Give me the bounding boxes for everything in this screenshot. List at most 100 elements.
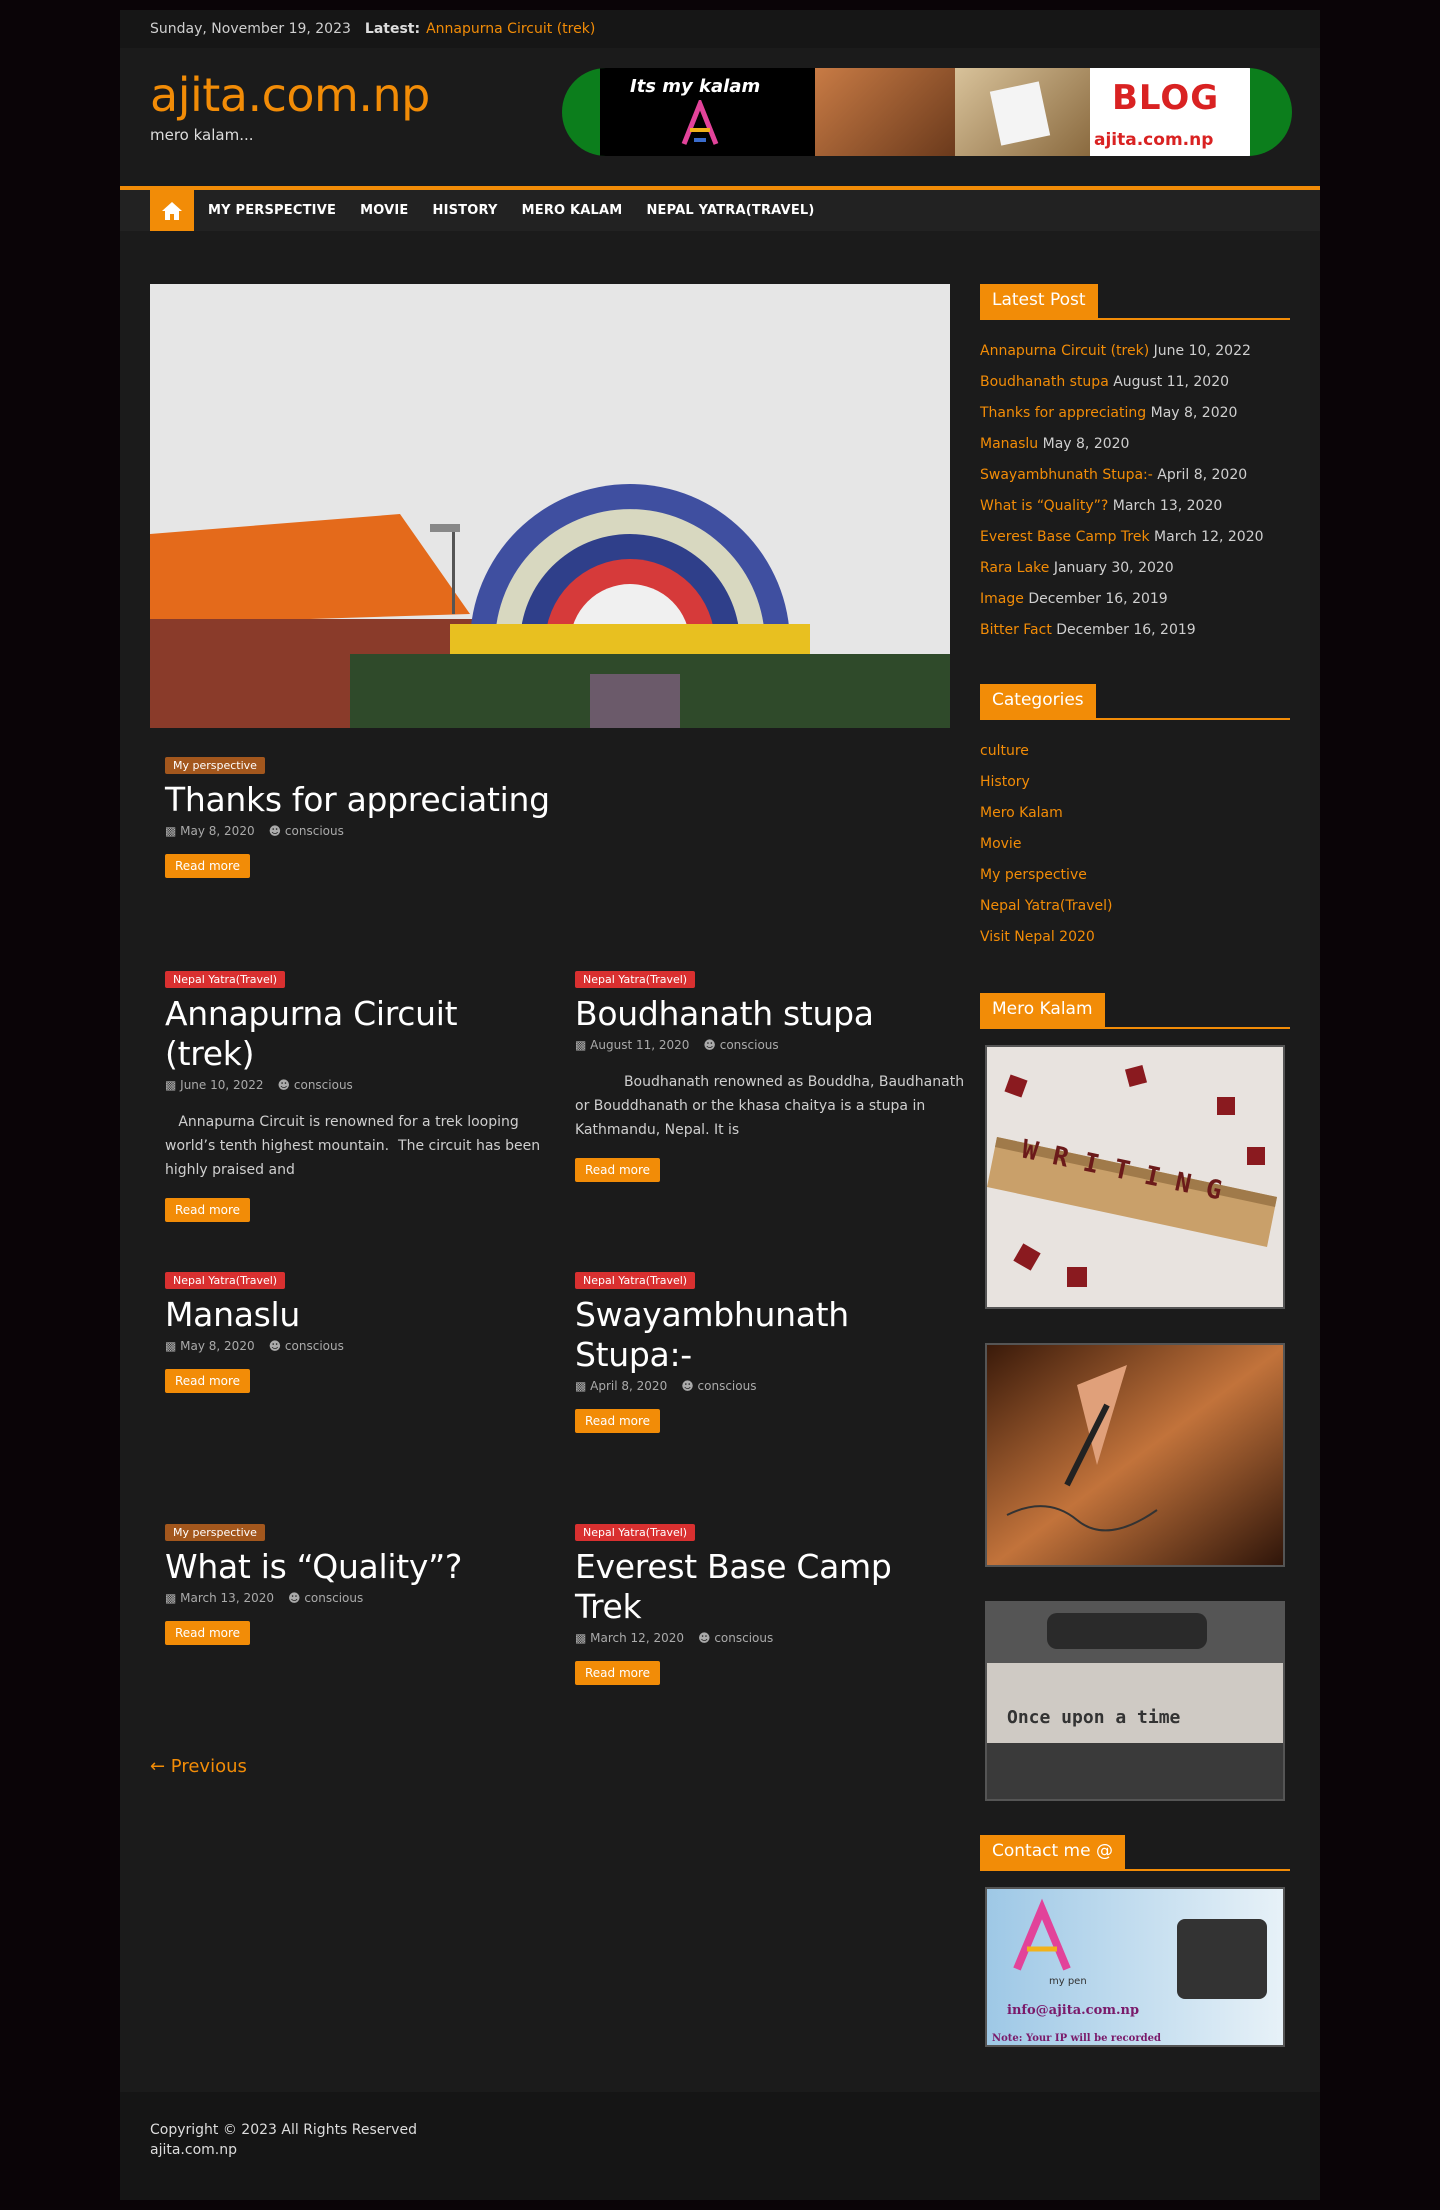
category-link[interactable]: Mero Kalam <box>980 805 1063 821</box>
read-more-button[interactable]: Read more <box>165 854 251 878</box>
latest-post-link[interactable]: Swayambhunath Stupa:- <box>980 467 1153 483</box>
list-item: Everest Base Camp Trek March 12, 2020 <box>980 522 1290 553</box>
writing-image[interactable]: W R I T I N G <box>985 1045 1285 1309</box>
post-card: Nepal Yatra(Travel) Manaslu ▩ May 8, 202… <box>165 1269 555 1393</box>
post-title[interactable]: Annapurna Circuit (trek) <box>165 994 555 1074</box>
list-item: Manaslu May 8, 2020 <box>980 429 1290 460</box>
post-author[interactable]: ☻ conscious <box>278 1078 353 1092</box>
category-badge[interactable]: My perspective <box>165 757 265 774</box>
post-date[interactable]: ▩ May 8, 2020 <box>165 824 255 838</box>
latest-post-link[interactable]: What is “Quality”? <box>980 498 1108 514</box>
category-link[interactable]: culture <box>980 743 1029 759</box>
latest-news-link[interactable]: Annapurna Circuit (trek) <box>426 21 595 37</box>
category-badge[interactable]: Nepal Yatra(Travel) <box>575 1272 696 1289</box>
latest-post-link[interactable]: Thanks for appreciating <box>980 405 1146 421</box>
post-author[interactable]: ☻ conscious <box>269 1339 344 1353</box>
svg-text:Note: Your IP will be recorded: Note: Your IP will be recorded <box>992 2033 1161 2044</box>
featured-post: My perspective Thanks for appreciating ▩… <box>165 754 550 878</box>
footer: Copyright © 2023 All Rights Reserved aji… <box>120 2092 1320 2200</box>
latest-post-link[interactable]: Annapurna Circuit (trek) <box>980 343 1149 359</box>
read-more-button[interactable]: Read more <box>165 1198 251 1222</box>
latest-post-link[interactable]: Everest Base Camp Trek <box>980 529 1150 545</box>
header-banner[interactable]: Its my kalam BLOG ajita.com.np <box>562 68 1292 156</box>
list-item: Boudhanath stupa August 11, 2020 <box>980 367 1290 398</box>
typewriter-image[interactable]: Once upon a time <box>985 1601 1285 1801</box>
latest-post-date: December 16, 2019 <box>1028 591 1168 607</box>
post-author[interactable]: ☻ conscious <box>703 1038 778 1052</box>
nav-item-history[interactable]: HISTORY <box>432 203 497 218</box>
post-meta: ▩ May 8, 2020 ☻ conscious <box>165 824 550 838</box>
site-tagline: mero kalam... <box>150 126 254 144</box>
svg-text:my pen: my pen <box>1049 1976 1087 1987</box>
latest-post-link[interactable]: Bitter Fact <box>980 622 1052 638</box>
category-badge[interactable]: Nepal Yatra(Travel) <box>575 1524 696 1541</box>
post-date[interactable]: ▩ March 13, 2020 <box>165 1591 274 1605</box>
widget-title-mero-kalam: Mero Kalam <box>980 993 1290 1029</box>
fountain-pen-photo <box>987 1345 1283 1565</box>
pen-writing-image[interactable] <box>985 1343 1285 1567</box>
category-link[interactable]: Nepal Yatra(Travel) <box>980 898 1112 914</box>
post-card: Nepal Yatra(Travel) Boudhanath stupa ▩ A… <box>575 968 965 1182</box>
post-title[interactable]: Swayambhunath Stupa:- <box>575 1295 855 1375</box>
read-more-button[interactable]: Read more <box>575 1409 661 1433</box>
post-title[interactable]: Boudhanath stupa <box>575 994 965 1034</box>
current-date: Sunday, November 19, 2023 <box>150 21 351 37</box>
banner-logo-panel: Its my kalam <box>600 68 815 156</box>
latest-post-date: April 8, 2020 <box>1157 467 1248 483</box>
list-item: Annapurna Circuit (trek) June 10, 2022 <box>980 336 1290 367</box>
category-link[interactable]: History <box>980 774 1030 790</box>
latest-post-date: May 8, 2020 <box>1042 436 1130 452</box>
banner-desk-photo <box>955 68 1090 156</box>
post-card: My perspective What is “Quality”? ▩ Marc… <box>165 1521 555 1645</box>
latest-post-date: March 12, 2020 <box>1154 529 1264 545</box>
post-title[interactable]: Manaslu <box>165 1295 555 1335</box>
post-title[interactable]: Everest Base Camp Trek <box>575 1547 965 1627</box>
nav-item-nepal-yatra[interactable]: NEPAL YATRA(TRAVEL) <box>646 203 814 218</box>
nav-item-mero-kalam[interactable]: MERO KALAM <box>522 203 623 218</box>
latest-post-link[interactable]: Rara Lake <box>980 560 1049 576</box>
post-date[interactable]: ▩ August 11, 2020 <box>575 1038 689 1052</box>
post-date[interactable]: ▩ March 12, 2020 <box>575 1631 684 1645</box>
post-date[interactable]: ▩ April 8, 2020 <box>575 1379 667 1393</box>
post-author[interactable]: ☻ conscious <box>681 1379 756 1393</box>
post-meta: ▩ March 13, 2020 ☻ conscious <box>165 1591 555 1605</box>
banner-writing-photo <box>815 68 955 156</box>
post-meta: ▩ March 12, 2020 ☻ conscious <box>575 1631 965 1645</box>
category-badge[interactable]: Nepal Yatra(Travel) <box>575 971 696 988</box>
read-more-button[interactable]: Read more <box>165 1621 251 1645</box>
category-link[interactable]: Movie <box>980 836 1021 852</box>
latest-post-link[interactable]: Manaslu <box>980 436 1038 452</box>
latest-post-link[interactable]: Image <box>980 591 1024 607</box>
typewriter-text: Once upon a time <box>1007 1707 1181 1728</box>
contact-image[interactable]: my pen info@ajita.com.np Note: Your IP w… <box>985 1887 1285 2047</box>
read-more-button[interactable]: Read more <box>575 1158 661 1182</box>
post-title[interactable]: What is “Quality”? <box>165 1547 555 1587</box>
category-link[interactable]: Visit Nepal 2020 <box>980 929 1095 945</box>
read-more-button[interactable]: Read more <box>575 1661 661 1685</box>
latest-post-link[interactable]: Boudhanath stupa <box>980 374 1109 390</box>
site-title[interactable]: ajita.com.np <box>150 68 430 122</box>
pen-logo-icon <box>681 100 719 145</box>
featured-image[interactable] <box>150 284 950 728</box>
typewriter-photo: Once upon a time <box>987 1603 1283 1799</box>
nav-item-movie[interactable]: MOVIE <box>360 203 408 218</box>
banner-site-text: ajita.com.np <box>1094 130 1214 150</box>
post-title[interactable]: Thanks for appreciating <box>165 780 550 820</box>
main-content: My perspective Thanks for appreciating ▩… <box>150 284 964 1777</box>
nav-item-my-perspective[interactable]: MY PERSPECTIVE <box>208 203 336 218</box>
previous-page-link[interactable]: ← Previous <box>150 1756 247 1777</box>
flower-peacock-photo <box>150 284 950 728</box>
read-more-button[interactable]: Read more <box>165 1369 251 1393</box>
post-author[interactable]: ☻ conscious <box>698 1631 773 1645</box>
post-author[interactable]: ☻ conscious <box>288 1591 363 1605</box>
list-item: Swayambhunath Stupa:- April 8, 2020 <box>980 460 1290 491</box>
category-badge[interactable]: My perspective <box>165 1524 265 1541</box>
category-badge[interactable]: Nepal Yatra(Travel) <box>165 971 286 988</box>
category-link[interactable]: My perspective <box>980 867 1087 883</box>
home-button[interactable] <box>150 190 194 231</box>
post-author[interactable]: ☻ conscious <box>269 824 344 838</box>
post-meta: ▩ June 10, 2022 ☻ conscious <box>165 1078 555 1092</box>
post-date[interactable]: ▩ June 10, 2022 <box>165 1078 264 1092</box>
category-badge[interactable]: Nepal Yatra(Travel) <box>165 1272 286 1289</box>
post-date[interactable]: ▩ May 8, 2020 <box>165 1339 255 1353</box>
